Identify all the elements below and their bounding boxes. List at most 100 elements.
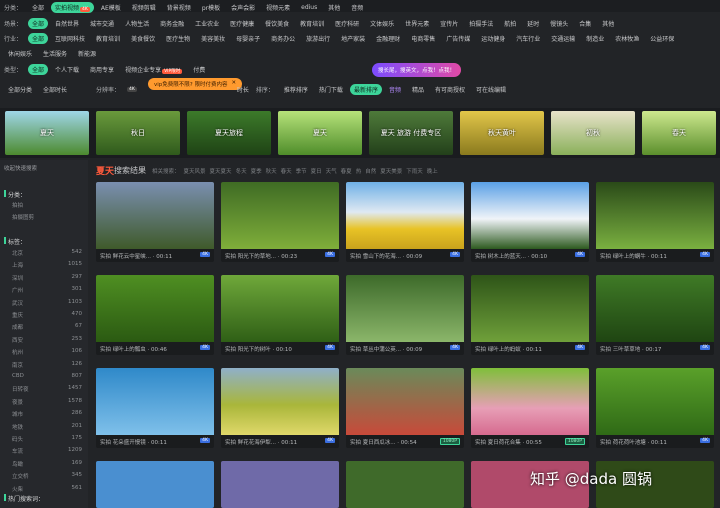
sidebar-cat-item[interactable]: 拍摄图剪 xyxy=(12,213,34,221)
industry-item[interactable]: 制造业 xyxy=(582,33,608,44)
related-search-item[interactable]: 夏天美景 xyxy=(380,167,402,175)
related-search-item[interactable]: 春天 xyxy=(281,167,292,175)
search-hint-bubble[interactable]: 搜长尾，搜英文，点我！点我！ xyxy=(372,63,462,77)
video-thumbnail[interactable] xyxy=(96,275,214,342)
scene-item[interactable]: 慢镜头 xyxy=(546,18,572,29)
related-search-item[interactable]: 冬天 xyxy=(236,167,247,175)
all-duration-dropdown[interactable]: 全部时长 xyxy=(39,84,71,95)
cat-edit[interactable]: 视频剪辑 xyxy=(128,2,160,13)
video-thumbnail[interactable] xyxy=(346,275,464,342)
related-search-item[interactable]: 下雨天 xyxy=(406,167,423,175)
related-search-item[interactable]: 夏天风景 xyxy=(184,167,206,175)
video-thumbnail[interactable] xyxy=(596,275,714,342)
cat-audio[interactable]: 音频 xyxy=(347,2,367,13)
scene-item[interactable]: 全部 xyxy=(28,18,49,29)
scene-item[interactable]: 世界元素 xyxy=(401,18,433,29)
cat-vs[interactable]: 会声会影 xyxy=(227,2,259,13)
industry-item[interactable]: 旅游出行 xyxy=(302,33,334,44)
industry-item[interactable]: 运动健身 xyxy=(477,33,509,44)
tag-name[interactable]: 鸟瞰 xyxy=(12,460,23,468)
industry-item[interactable]: 新能源 xyxy=(74,48,100,59)
cat-footage[interactable]: 实拍视频 4K xyxy=(51,2,94,13)
related-search-item[interactable]: 春夏 xyxy=(341,167,352,175)
video-thumbnail[interactable] xyxy=(471,368,589,435)
industry-item[interactable]: 全部 xyxy=(28,33,49,44)
industry-item[interactable]: 生活服务 xyxy=(39,48,71,59)
scene-card[interactable]: 秋日 xyxy=(96,111,180,155)
tag-name[interactable]: 成都 xyxy=(12,323,23,331)
video-card[interactable]: 实拍 阳光下的树叶 · 00:10 4K xyxy=(221,275,339,355)
related-search-item[interactable]: 夏季 xyxy=(251,167,262,175)
video-thumbnail[interactable] xyxy=(221,182,339,249)
video-thumbnail[interactable] xyxy=(596,368,714,435)
video-card[interactable]: 实拍 夏日西瓜冰... · 00:54 1080P xyxy=(346,368,464,448)
scene-item[interactable]: 商务金融 xyxy=(156,18,188,29)
tag-name[interactable]: 上海 xyxy=(12,261,23,269)
video-card[interactable]: 实拍 树木上的蓝天... · 00:10 4K xyxy=(471,182,589,262)
scene-item[interactable]: 文体娱乐 xyxy=(366,18,398,29)
collapse-link[interactable]: 收起快速搜索 xyxy=(4,164,37,172)
industry-item[interactable]: 美容美妆 xyxy=(197,33,229,44)
tag-name[interactable]: 广州 xyxy=(12,286,23,294)
video-card[interactable]: 实拍 鲜花云中星峡... · 00:11 4K xyxy=(96,182,214,262)
scene-item[interactable]: 教育培训 xyxy=(296,18,328,29)
industry-item[interactable]: 电商零售 xyxy=(407,33,439,44)
tag-name[interactable]: 立交桥 xyxy=(12,472,29,480)
tag-name[interactable]: 日转夜 xyxy=(12,385,29,393)
cat-pr[interactable]: pr模板 xyxy=(198,2,224,13)
video-card[interactable] xyxy=(96,461,214,508)
video-card[interactable]: 实拍 鲜花花海伊犁... · 00:11 4K xyxy=(221,368,339,448)
scene-card[interactable]: 初秋 xyxy=(551,111,635,155)
scene-card[interactable]: 夏天 旅游 付费专区 xyxy=(369,111,453,155)
cat-bg[interactable]: 背景视频 xyxy=(163,2,195,13)
related-search-item[interactable]: 季节 xyxy=(296,167,307,175)
scene-card[interactable]: 秋天黄叶 xyxy=(460,111,544,155)
order-new[interactable]: 最新排序 xyxy=(349,84,382,95)
tag-name[interactable]: 码头 xyxy=(12,435,23,443)
tag-name[interactable]: 西安 xyxy=(12,336,23,344)
scene-item[interactable]: 餐饮美食 xyxy=(261,18,293,29)
type-item[interactable]: 商用专享 xyxy=(86,64,118,75)
video-card[interactable]: 实拍 绿叶上的蜗牛 · 00:11 4K xyxy=(596,182,714,262)
scene-item[interactable]: 自然世界 xyxy=(51,18,83,29)
type-item[interactable]: 付费 xyxy=(189,64,209,75)
industry-item[interactable]: 地产家装 xyxy=(337,33,369,44)
related-search-item[interactable]: 晚上 xyxy=(427,167,438,175)
tag-name[interactable]: 城市 xyxy=(12,410,23,418)
tag-name[interactable]: 杭州 xyxy=(12,348,23,356)
related-search-item[interactable]: 夏天夏天 xyxy=(210,167,232,175)
video-card[interactable] xyxy=(346,461,464,508)
related-search-item[interactable]: 自然 xyxy=(365,167,376,175)
industry-item[interactable]: 教育培训 xyxy=(92,33,124,44)
video-card[interactable]: 实拍 雪山下的花海... · 00:09 4K xyxy=(346,182,464,262)
video-thumbnail[interactable] xyxy=(471,275,589,342)
industry-item[interactable]: 汽车行业 xyxy=(512,33,544,44)
scene-item[interactable]: 延时 xyxy=(523,18,543,29)
industry-item[interactable]: 休闲娱乐 xyxy=(4,48,36,59)
all-category-dropdown[interactable]: 全部分类 xyxy=(4,84,36,95)
industry-item[interactable]: 美食餐饮 xyxy=(127,33,159,44)
video-card[interactable]: 实拍 花朵盛开慢镜 · 00:11 4K xyxy=(96,368,214,448)
video-thumbnail[interactable] xyxy=(96,182,214,249)
video-thumbnail[interactable] xyxy=(471,182,589,249)
cat-other[interactable]: 其他 xyxy=(324,2,344,13)
order-hot[interactable]: 热门下载 xyxy=(315,84,347,95)
scene-item[interactable]: 城市交通 xyxy=(86,18,118,29)
video-card[interactable]: 实拍 荷花荷叶池塘 · 00:11 4K xyxy=(596,368,714,448)
cat-edius[interactable]: edius xyxy=(297,3,321,12)
sidebar-cat-item[interactable]: 拍拍 xyxy=(12,201,23,209)
related-search-item[interactable]: 夏日 xyxy=(311,167,322,175)
video-card[interactable]: 实拍 草丛中蒲公英... · 00:09 4K xyxy=(346,275,464,355)
type-item[interactable]: 个人下载 xyxy=(51,64,83,75)
industry-item[interactable]: 交通运输 xyxy=(547,33,579,44)
industry-item[interactable]: 金融理财 xyxy=(372,33,404,44)
scene-item[interactable]: 宣传片 xyxy=(436,18,462,29)
industry-item[interactable]: 互联网科技 xyxy=(51,33,89,44)
video-card[interactable]: 实拍 绿叶上的蚂蚁 · 00:11 4K xyxy=(471,275,589,355)
industry-item[interactable]: 广告传媒 xyxy=(442,33,474,44)
scene-item[interactable]: 工业农业 xyxy=(191,18,223,29)
opt-premium[interactable]: 精品 xyxy=(408,84,428,95)
industry-item[interactable]: 农林牧渔 xyxy=(611,33,643,44)
industry-item[interactable]: 母婴亲子 xyxy=(232,33,264,44)
scene-item[interactable]: 拍摄手法 xyxy=(465,18,497,29)
